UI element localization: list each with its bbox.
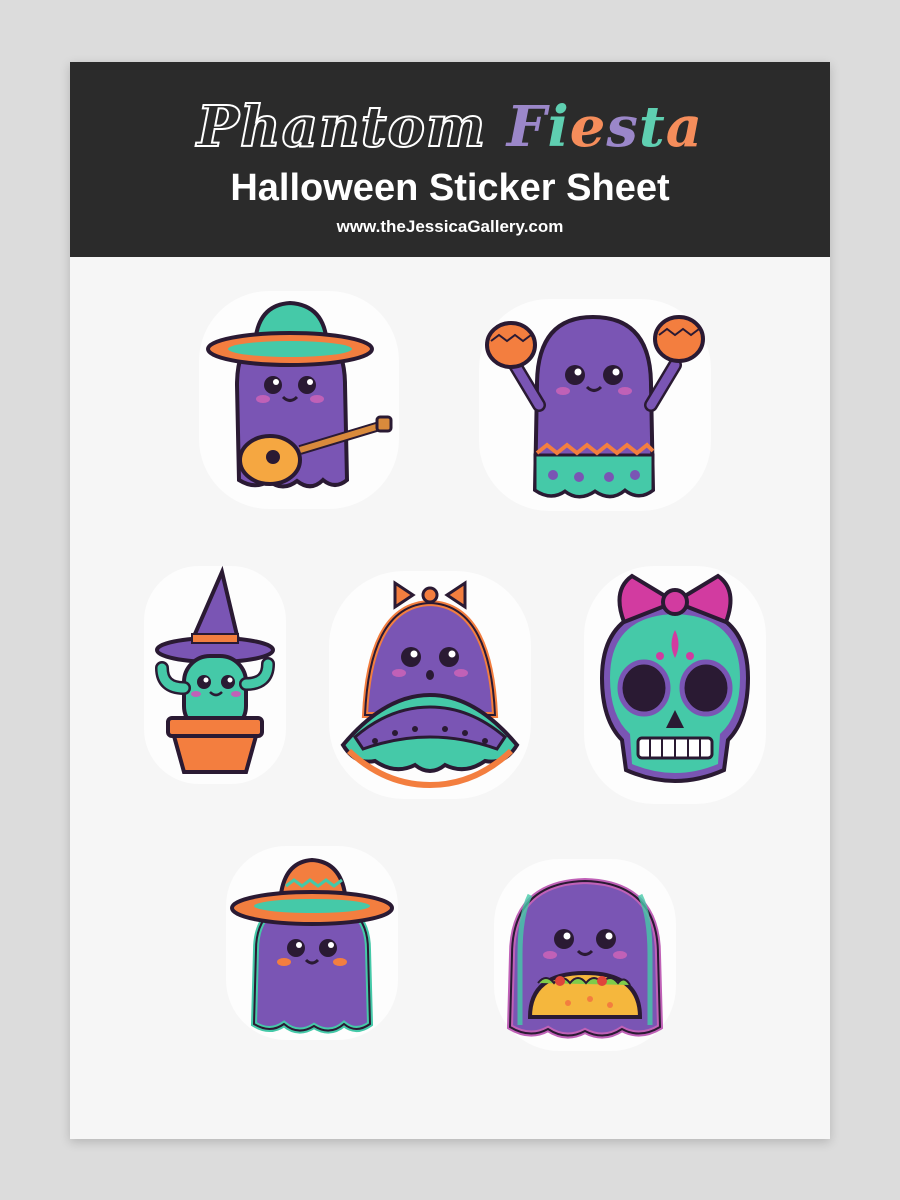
sheet-url: www.theJessicaGallery.com [336,217,564,236]
maracas-ghost-sticker [479,299,711,511]
sugar-skull-bow-sticker [584,566,766,804]
witch-cactus-sticker [144,565,286,784]
title-letter: i [547,94,570,160]
sheet-title: Phantom Fiesta [70,92,830,162]
title-word-fiesta: Fiesta [507,94,703,160]
title-word-phantom: Phantom [196,93,487,161]
title-letter: e [569,94,607,160]
bow-dress-ghost-sticker [329,571,531,799]
sheet-header: Phantom Fiesta Halloween Sticker Sheet w… [70,62,830,257]
taco-ghost-sticker [494,859,676,1051]
title-letter: F [506,94,548,160]
title-letter: a [665,94,704,160]
mariachi-ghost-guitar-sticker [199,291,399,509]
title-letter: t [638,94,666,160]
sheet-subtitle: Halloween Sticker Sheet [230,167,670,209]
title-letter: s [606,94,639,160]
sombrero-ghost-sticker [226,846,398,1040]
